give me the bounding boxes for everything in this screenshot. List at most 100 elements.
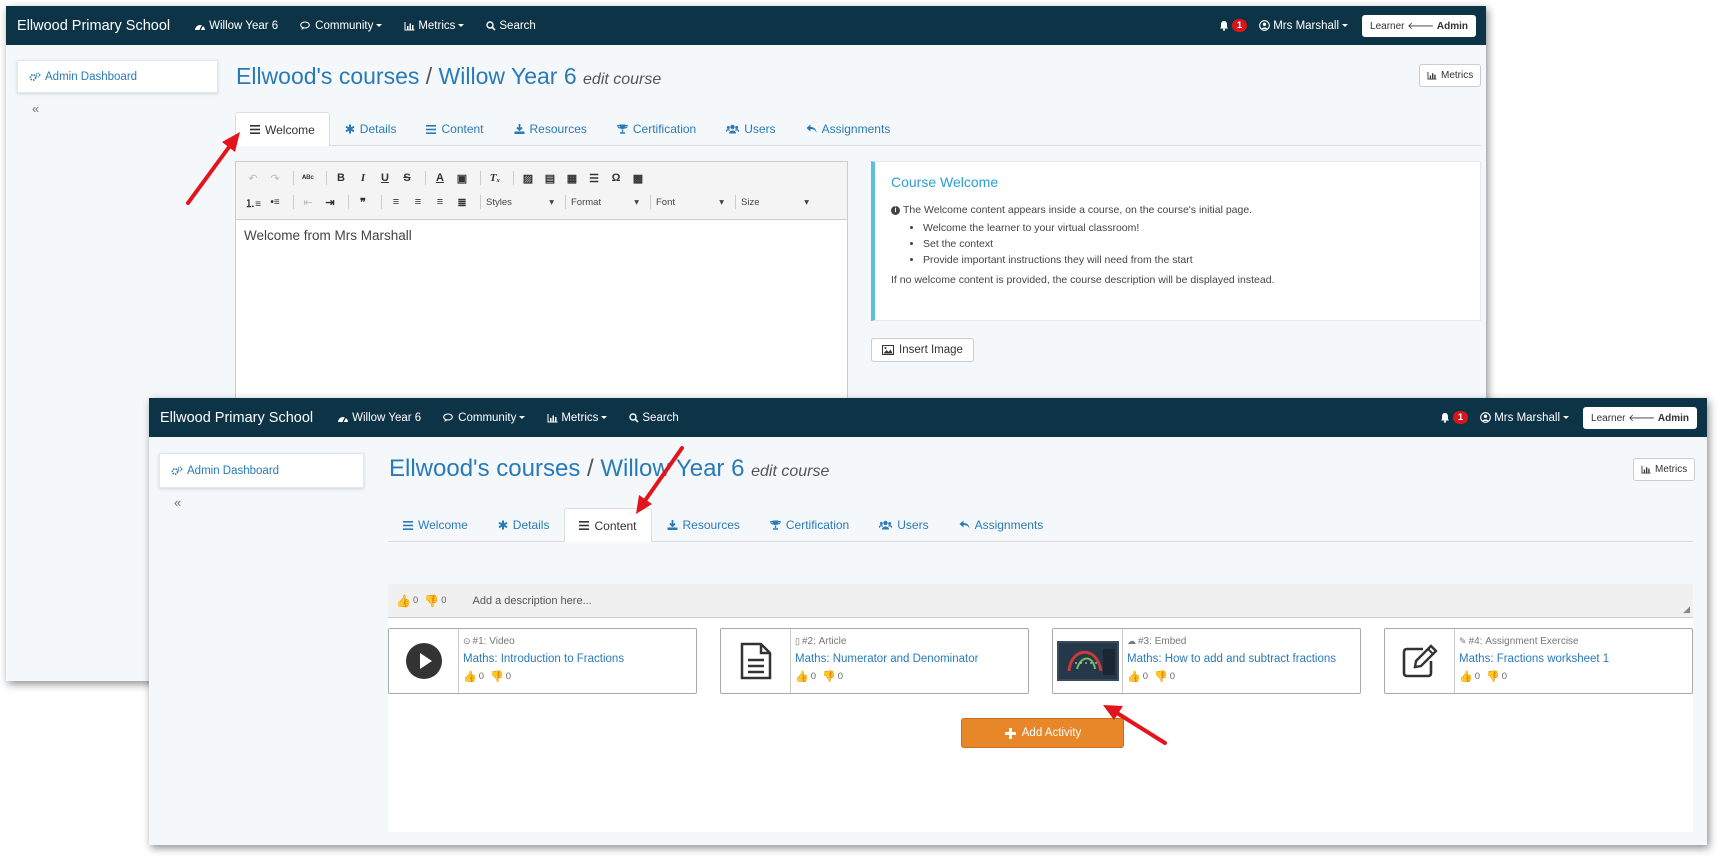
font-dropdown[interactable]: Font ▾: [656, 197, 724, 208]
tab-resources[interactable]: Resources: [499, 112, 602, 145]
bell-icon[interactable]: [1219, 20, 1229, 31]
tab-content[interactable]: Content: [411, 112, 498, 145]
nav-course-link[interactable]: Willow Year 6: [194, 20, 278, 32]
notification-badge[interactable]: 1: [1231, 19, 1248, 32]
user-menu[interactable]: Mrs Marshall: [1259, 20, 1349, 32]
tab-welcome[interactable]: Welcome: [388, 508, 483, 541]
underline-icon[interactable]: U: [376, 172, 394, 184]
background-color-icon[interactable]: ▣: [453, 172, 471, 185]
info-intro: The Welcome content appears inside a cou…: [903, 204, 1253, 216]
activity-title-link[interactable]: Maths: Introduction to Fractions: [463, 653, 624, 665]
special-char-icon[interactable]: Ω: [607, 172, 625, 184]
activity-card[interactable]: ⊙ #1: Video Maths: Introduction to Fracti…: [388, 628, 697, 694]
nav-community-menu[interactable]: Community: [300, 20, 383, 32]
learner-admin-toggle[interactable]: Learner 🡐 Admin: [1362, 14, 1476, 37]
brand-link[interactable]: Ellwood Primary School: [17, 18, 170, 34]
styles-dropdown[interactable]: Styles ▾: [486, 197, 554, 208]
size-dropdown[interactable]: Size ▾: [741, 197, 809, 208]
thumbs-down-icon[interactable]: 👎: [822, 670, 836, 683]
align-justify-icon[interactable]: ≣: [453, 196, 471, 209]
activity-card[interactable]: ☁ #3: Embed Maths: How to add and subtrac…: [1052, 628, 1361, 694]
tab-certification[interactable]: Certification: [602, 112, 711, 145]
activity-title-link[interactable]: Maths: Numerator and Denominator: [795, 653, 978, 665]
brand-link[interactable]: Ellwood Primary School: [160, 410, 313, 426]
tab-details[interactable]: Details: [483, 508, 565, 541]
editor-body[interactable]: Welcome from Mrs Marshall: [236, 220, 847, 251]
redo-icon[interactable]: ↷: [266, 172, 284, 185]
breadcrumb-course-link[interactable]: Willow Year 6: [600, 455, 744, 482]
breadcrumb-course-link[interactable]: Willow Year 6: [439, 63, 577, 89]
activity-title-link[interactable]: Maths: Fractions worksheet 1: [1459, 653, 1609, 665]
sidebar-collapse-toggle[interactable]: «: [32, 101, 39, 116]
admin-dashboard-link[interactable]: Admin Dashboard: [17, 60, 218, 93]
notification-badge[interactable]: 1: [1452, 411, 1469, 424]
nav-community-menu[interactable]: Community: [443, 412, 526, 424]
tab-resources[interactable]: Resources: [652, 508, 755, 541]
sidebar-collapse-toggle[interactable]: «: [174, 495, 181, 510]
thumbs-up-icon[interactable]: 👍: [1127, 670, 1141, 683]
thumbs-down-icon[interactable]: 👎: [1486, 670, 1500, 683]
blockquote-icon[interactable]: ❞: [354, 196, 372, 209]
thumbs-up-icon[interactable]: 👍: [795, 670, 809, 683]
strikethrough-icon[interactable]: S: [398, 172, 416, 184]
thumbs-up-icon[interactable]: 👍: [1459, 670, 1473, 683]
remove-format-icon[interactable]: Tₓ: [486, 172, 504, 184]
format-dropdown[interactable]: Format ▾: [571, 197, 639, 208]
nav-search-link[interactable]: Search: [486, 20, 536, 32]
spellcheck-icon[interactable]: ᴬᴮᶜ: [299, 173, 317, 183]
bars-icon: [403, 520, 413, 530]
tab-certification[interactable]: Certification: [755, 508, 864, 541]
align-center-icon[interactable]: ≡: [409, 196, 427, 208]
iframe-icon[interactable]: ▩: [629, 172, 647, 185]
bold-icon[interactable]: B: [332, 172, 350, 184]
thumbs-down-icon[interactable]: 👎: [1154, 670, 1168, 683]
undo-icon[interactable]: ↶: [244, 172, 262, 185]
tab-assignments[interactable]: Assignments: [791, 112, 906, 145]
breadcrumb-courses-link[interactable]: Ellwood's courses: [389, 455, 580, 482]
thumbs-up-icon[interactable]: 👍: [396, 594, 411, 608]
admin-dashboard-link[interactable]: Admin Dashboard: [159, 453, 364, 488]
image-icon[interactable]: ▨: [519, 172, 537, 185]
tab-details[interactable]: Details: [330, 112, 412, 145]
numbered-list-icon[interactable]: ⒈≡: [244, 195, 262, 210]
horizontal-line-icon[interactable]: ☰: [585, 172, 603, 185]
indent-icon[interactable]: ⇥: [321, 196, 339, 209]
nav-metrics-menu[interactable]: Metrics: [547, 412, 608, 424]
thumbs-down-icon[interactable]: 👎: [490, 670, 504, 683]
metrics-button[interactable]: Metrics: [1633, 458, 1696, 481]
text-color-icon[interactable]: A: [431, 172, 449, 184]
metrics-button[interactable]: Metrics: [1419, 64, 1482, 87]
nav-search-link[interactable]: Search: [629, 412, 679, 424]
bell-icon[interactable]: [1440, 412, 1450, 423]
insert-image-button[interactable]: Insert Image: [871, 338, 974, 362]
learner-admin-toggle[interactable]: Learner 🡐 Admin: [1583, 406, 1697, 429]
add-activity-button[interactable]: Add Activity: [961, 718, 1124, 748]
tab-welcome[interactable]: Welcome: [235, 112, 330, 146]
users-icon: [879, 520, 893, 530]
thumbs-up-icon[interactable]: 👍: [463, 670, 477, 683]
resize-handle-icon[interactable]: ◢: [1683, 604, 1690, 615]
table-icon[interactable]: ▦: [563, 172, 581, 185]
italic-icon[interactable]: I: [354, 172, 372, 184]
align-left-icon[interactable]: ≡: [387, 196, 405, 208]
breadcrumb-courses-link[interactable]: Ellwood's courses: [236, 63, 419, 89]
bullet-list-icon[interactable]: •≡: [266, 197, 284, 208]
activity-card[interactable]: ▯ #2: Article Maths: Numerator and Denomi…: [720, 628, 1029, 694]
align-right-icon[interactable]: ≡: [431, 196, 449, 208]
activity-card[interactable]: ✎ #4: Assignment Exercise Maths: Fraction…: [1384, 628, 1693, 694]
tab-content[interactable]: Content: [564, 508, 652, 542]
tab-assignments[interactable]: Assignments: [944, 508, 1059, 541]
outdent-icon[interactable]: ⇤: [299, 196, 317, 209]
bar-chart-icon: [1641, 465, 1651, 474]
tab-users[interactable]: Users: [864, 508, 943, 541]
flash-icon[interactable]: ▤: [541, 172, 559, 185]
description-input[interactable]: Add a description here...: [473, 595, 592, 607]
activity-title-link[interactable]: Maths: How to add and subtract fractions: [1127, 653, 1336, 665]
tab-users[interactable]: Users: [711, 112, 790, 145]
bar-chart-icon: [547, 413, 558, 422]
nav-metrics-menu[interactable]: Metrics: [404, 20, 465, 32]
user-menu[interactable]: Mrs Marshall: [1480, 412, 1570, 424]
page-title: Ellwood's courses / Willow Year 6 edit c…: [389, 455, 830, 482]
nav-course-link[interactable]: Willow Year 6: [337, 412, 421, 424]
thumbs-down-icon[interactable]: 👎: [424, 594, 439, 608]
